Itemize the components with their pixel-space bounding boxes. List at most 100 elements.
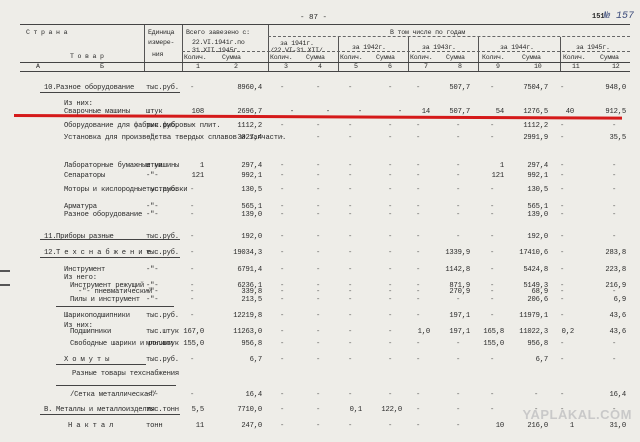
- section-underline: [56, 306, 174, 307]
- empty-cell-dash: -: [190, 134, 195, 142]
- cell-name: /Сетка металлическая/: [70, 391, 157, 399]
- section-underline: [40, 239, 180, 240]
- cell-unit: штук: [146, 162, 163, 170]
- empty-cell-dash: -: [316, 186, 321, 194]
- empty-cell-dash: -: [560, 162, 565, 170]
- empty-cell-dash: -: [560, 122, 565, 130]
- empty-cell-dash: -: [388, 249, 393, 257]
- cell-name: Разное оборудование: [64, 211, 143, 219]
- empty-cell-dash: -: [416, 186, 421, 194]
- empty-cell-dash: -: [612, 356, 617, 364]
- empty-cell-dash: -: [280, 288, 285, 296]
- empty-cell-dash: -: [280, 84, 285, 92]
- document-page: - 87 - 151 № 157 С т р а н а Т о в а р Е…: [0, 0, 640, 442]
- empty-cell-dash: -: [560, 186, 565, 194]
- header-year-1942: за 1942г.: [352, 44, 386, 51]
- empty-cell-dash: -: [280, 249, 285, 257]
- cell-q45: 1: [569, 422, 574, 430]
- empty-cell-dash: -: [416, 296, 421, 304]
- empty-cell-dash: -: [490, 288, 495, 296]
- empty-cell-dash: -: [348, 312, 353, 320]
- empty-cell-dash: -: [612, 211, 617, 219]
- cell-name: Оборудование для фабрик фибровых плит.: [64, 122, 221, 130]
- empty-cell-dash: -: [612, 340, 617, 348]
- empty-cell-dash: -: [560, 356, 565, 364]
- empty-cell-dash: -: [490, 296, 495, 304]
- empty-cell-dash: -: [560, 296, 565, 304]
- cell-name: Н а к т а л: [68, 422, 114, 430]
- empty-cell-dash: -: [416, 134, 421, 142]
- empty-cell-dash: -: [388, 211, 393, 219]
- cell-total-sum: 130,5: [241, 186, 262, 194]
- empty-cell-dash: -: [388, 84, 393, 92]
- empty-cell-dash: -: [316, 288, 321, 296]
- empty-cell-dash: -: [280, 296, 285, 304]
- empty-cell-dash: -: [490, 266, 495, 274]
- header-qty: Колич.: [340, 54, 363, 61]
- cell-unit: тыс.руб.: [146, 186, 179, 194]
- cell-total-qty: 155,0: [183, 340, 204, 348]
- empty-cell-dash: -: [490, 406, 495, 414]
- cell-s44: 6,7: [535, 356, 549, 364]
- empty-cell-dash: -: [190, 249, 195, 257]
- cell-s1942: 122,0: [381, 406, 402, 414]
- cell-q43: 1,0: [417, 328, 431, 336]
- cell-name: Х о м у т ы: [64, 356, 110, 364]
- section-underline: [40, 92, 180, 93]
- header-sum: Сумма: [306, 54, 325, 61]
- empty-cell-dash: -: [280, 422, 285, 430]
- cell-s45: 283,8: [605, 249, 626, 257]
- cell-total-sum: 12219,8: [233, 312, 262, 320]
- cell-q44: 165,8: [483, 328, 504, 336]
- cell-s43: 507,7: [449, 84, 470, 92]
- empty-cell-dash: -: [456, 422, 461, 430]
- cell-s44: 139,0: [527, 211, 548, 219]
- header-year-1943: за 1943г.: [422, 44, 456, 51]
- empty-cell-dash: -: [490, 356, 495, 364]
- empty-cell-dash: -: [388, 203, 393, 211]
- cell-s44: 7504,7: [523, 84, 548, 92]
- empty-cell-dash: -: [416, 422, 421, 430]
- empty-cell-dash: -: [612, 172, 617, 180]
- empty-cell-dash: -: [348, 211, 353, 219]
- cell-name: Пилы и инструмент: [70, 296, 140, 304]
- cell-total-sum: 956,8: [241, 340, 262, 348]
- empty-cell-dash: -: [280, 391, 285, 399]
- empty-cell-dash: -: [316, 162, 321, 170]
- cell-total-sum: 6,7: [249, 356, 263, 364]
- header-total-2: 22.VI.1941г.по: [192, 39, 245, 46]
- header-qty: Колич.: [184, 54, 207, 61]
- cell-s43: 197,1: [449, 312, 470, 320]
- col-number: 3: [284, 63, 288, 70]
- empty-cell-dash: -: [388, 340, 393, 348]
- empty-cell-dash: -: [456, 391, 461, 399]
- cell-s43: 270,9: [449, 288, 470, 296]
- empty-cell-dash: -: [316, 340, 321, 348]
- cell-q44: 10: [495, 422, 504, 430]
- cell-unit: -"-: [146, 391, 159, 399]
- empty-cell-dash: -: [560, 203, 565, 211]
- empty-cell-dash: -: [190, 312, 195, 320]
- col-number: 7: [424, 63, 428, 70]
- empty-cell-dash: -: [490, 391, 495, 399]
- empty-cell-dash: -: [316, 328, 321, 336]
- empty-cell-dash: -: [388, 422, 393, 430]
- empty-cell-dash: -: [416, 211, 421, 219]
- cell-s45: 223,8: [605, 266, 626, 274]
- empty-cell-dash: -: [316, 356, 321, 364]
- empty-cell-dash: -: [348, 356, 353, 364]
- header-sum: Сумма: [522, 54, 541, 61]
- cell-s45: 216,9: [605, 282, 626, 290]
- cell-name: Подшипники: [70, 328, 112, 336]
- empty-cell-dash: -: [280, 312, 285, 320]
- empty-cell-dash: -: [456, 162, 461, 170]
- empty-cell-dash: -: [388, 391, 393, 399]
- empty-cell-dash: -: [280, 406, 285, 414]
- cell-total-sum: 339,8: [241, 288, 262, 296]
- cell-unit: -"-: [146, 296, 159, 304]
- cell-name: Из него:: [64, 274, 97, 282]
- cell-total-sum: 1112,2: [237, 122, 262, 130]
- empty-cell-dash: -: [280, 266, 285, 274]
- cell-name: Т е х с н а б ж е н и е: [56, 249, 151, 257]
- empty-cell-dash: -: [416, 122, 421, 130]
